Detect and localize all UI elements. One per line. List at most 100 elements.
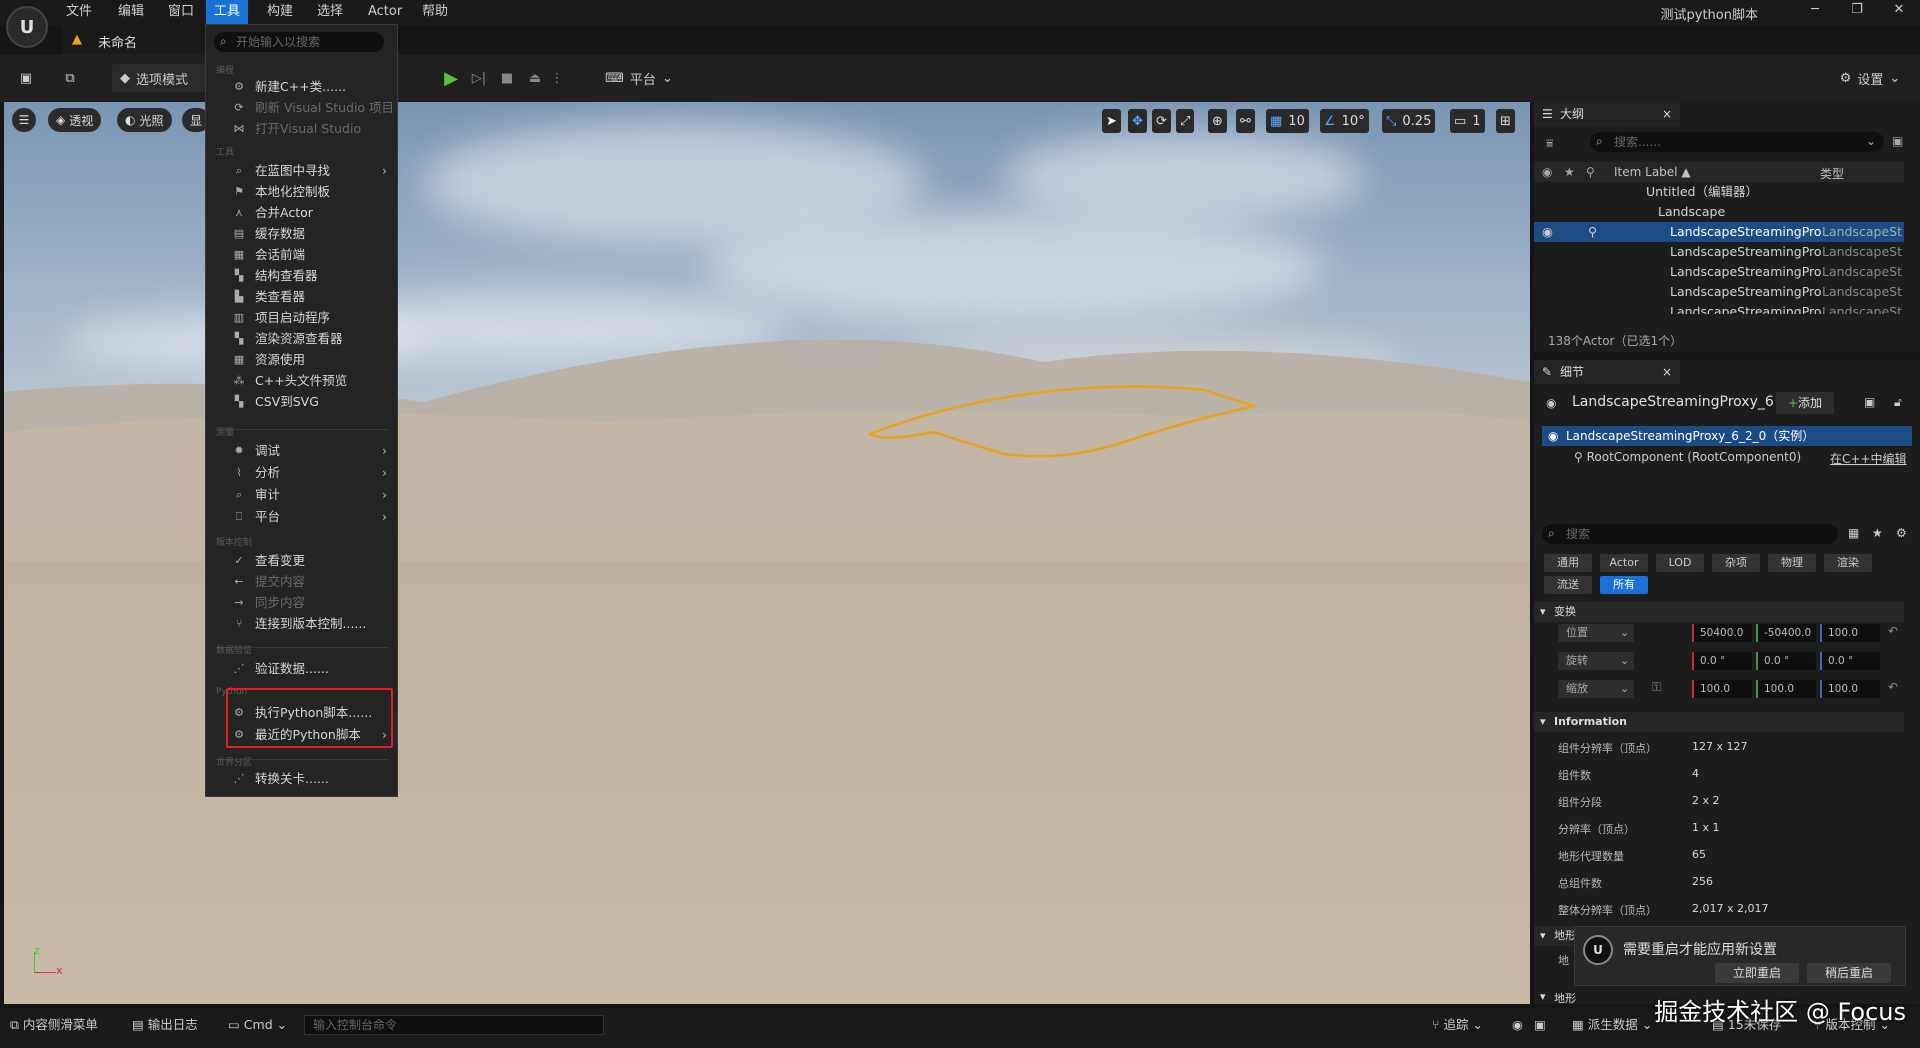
- select-tool-icon[interactable]: ➤: [1102, 109, 1121, 133]
- more-options-icon[interactable]: ⋮: [550, 64, 564, 92]
- unreal-logo[interactable]: U: [6, 6, 48, 48]
- scale-tool-icon[interactable]: ⤢: [1176, 109, 1195, 133]
- edit-in-cpp-link[interactable]: 在C++中编辑: [1830, 450, 1907, 467]
- root-component[interactable]: ⚲ RootComponent (RootComponent0): [1574, 450, 1801, 464]
- mode-selector[interactable]: ◆ 选项模式: [112, 64, 208, 92]
- menu-localization-dashboard[interactable]: ⚑ 本地化控制板: [206, 182, 397, 202]
- menu-tools[interactable]: 工具: [206, 0, 249, 24]
- console-input[interactable]: 输入控制台命令: [304, 1015, 604, 1035]
- filter-rendering[interactable]: 渲染: [1824, 554, 1872, 572]
- outliner-landscape[interactable]: Landscape: [1534, 202, 1904, 222]
- content-browser-icon[interactable]: ⧉: [56, 64, 84, 92]
- menu-cache-data[interactable]: ▤ 缓存数据: [206, 224, 397, 244]
- menu-search-input[interactable]: 开始输入以搜索: [214, 32, 384, 52]
- content-drawer-button[interactable]: ⧉ 内容侧滑菜单: [10, 1015, 98, 1035]
- surface-snap-icon[interactable]: ⚯: [1236, 109, 1255, 133]
- filter-physics[interactable]: 物理: [1768, 554, 1816, 572]
- trace-button[interactable]: ⑂ 追踪 ⌄: [1432, 1015, 1483, 1035]
- filter-icon[interactable]: ⩸: [1546, 136, 1553, 151]
- filter-misc[interactable]: 杂项: [1712, 554, 1760, 572]
- perspective-button[interactable]: ◈ 透视: [48, 108, 102, 132]
- menu-render-resource-viewer[interactable]: ▚ 渲染资源查看器: [206, 329, 397, 349]
- details-tab[interactable]: ✎ 细节 ×: [1534, 360, 1680, 384]
- menu-file[interactable]: 文件: [58, 0, 100, 24]
- outliner-root[interactable]: Untitled（编辑器）: [1534, 182, 1904, 202]
- close-icon[interactable]: ✕: [1884, 2, 1914, 22]
- reset-icon[interactable]: ↶: [1888, 680, 1898, 694]
- menu-session-frontend[interactable]: ▦ 会话前端: [206, 245, 397, 265]
- menu-select[interactable]: 选择: [309, 0, 351, 24]
- output-log-button[interactable]: ▤ 输出日志: [132, 1015, 198, 1035]
- menu-cpp-header-preview[interactable]: ⁂ C++头文件预览: [206, 371, 397, 391]
- information-section-header[interactable]: ▾ Information: [1534, 712, 1904, 732]
- restore-icon[interactable]: ❐: [1842, 2, 1872, 22]
- menu-build[interactable]: 构建: [259, 0, 301, 24]
- grid-snap-button[interactable]: ▦ 10: [1266, 109, 1309, 133]
- menu-class-viewer[interactable]: ▙ 类查看器: [206, 287, 397, 307]
- record-icon[interactable]: ◉: [1512, 1015, 1523, 1035]
- camera-speed-button[interactable]: ▭ 1: [1450, 109, 1485, 133]
- save-icon[interactable]: ▣: [12, 64, 40, 92]
- chevron-down-icon[interactable]: ⌄: [1866, 134, 1876, 148]
- scale-x[interactable]: 100.0: [1692, 680, 1752, 698]
- outliner-row[interactable]: ◉ ⚲ LandscapeStreamingPro LandscapeSt: [1534, 222, 1904, 242]
- menu-platform[interactable]: ⎕ 平台 ›: [206, 507, 397, 527]
- blueprint-icon[interactable]: ▣: [1864, 395, 1875, 409]
- location-z[interactable]: 100.0: [1820, 624, 1880, 642]
- lock-icon[interactable]: ⚿: [1652, 680, 1661, 695]
- location-dropdown[interactable]: 位置 ⌄: [1558, 624, 1634, 642]
- menu-connect-source-control[interactable]: ⑂ 连接到版本控制......: [206, 614, 397, 634]
- menu-profile[interactable]: ⌇ 分析 ›: [206, 463, 397, 483]
- eye-icon[interactable]: ◉: [1542, 222, 1553, 242]
- camera-icon[interactable]: ▣: [1534, 1015, 1546, 1035]
- restart-now-button[interactable]: 立即重启: [1715, 963, 1799, 983]
- menu-merge-actors[interactable]: ⋏ 合并Actor: [206, 203, 397, 223]
- location-y[interactable]: -50400.0: [1756, 624, 1816, 642]
- menu-view-changes[interactable]: ✓ 查看变更: [206, 551, 397, 571]
- settings-button[interactable]: ⚙ 设置 ⌄: [1832, 64, 1908, 92]
- menu-edit[interactable]: 编辑: [110, 0, 152, 24]
- scale-y[interactable]: 100.0: [1756, 680, 1816, 698]
- star-icon[interactable]: ★: [1872, 526, 1883, 540]
- location-x[interactable]: 50400.0: [1692, 624, 1752, 642]
- stop-icon[interactable]: ■: [494, 64, 520, 92]
- menu-find-in-blueprints[interactable]: ⌕ 在蓝图中寻找 ›: [206, 161, 397, 181]
- filter-actor[interactable]: Actor: [1600, 554, 1648, 572]
- cmd-selector[interactable]: ▭ Cmd ⌄: [228, 1015, 287, 1035]
- play-icon[interactable]: ▶: [438, 64, 464, 92]
- filter-streaming[interactable]: 流送: [1544, 576, 1592, 594]
- scale-z[interactable]: 100.0: [1820, 680, 1880, 698]
- menu-project-launcher[interactable]: ▥ 项目启动程序: [206, 308, 397, 328]
- rotation-x[interactable]: 0.0 °: [1692, 652, 1752, 670]
- menu-csv-to-svg[interactable]: ▚ CSV到SVG: [206, 392, 397, 412]
- col-type[interactable]: 类型: [1820, 165, 1844, 182]
- filter-all[interactable]: 所有: [1600, 576, 1648, 594]
- rotate-tool-icon[interactable]: ⟳: [1152, 109, 1171, 133]
- menu-asset-usage[interactable]: ▦ 资源使用: [206, 350, 397, 370]
- menu-new-cpp-class[interactable]: ⚙ 新建C++类......: [206, 77, 397, 97]
- rotation-dropdown[interactable]: 旋转 ⌄: [1558, 652, 1634, 670]
- scale-dropdown[interactable]: 缩放 ⌄: [1558, 680, 1634, 698]
- eject-icon[interactable]: ⏏: [522, 64, 548, 92]
- reset-icon[interactable]: ↶: [1888, 624, 1898, 638]
- lock-icon[interactable]: 🔓︎: [1894, 395, 1902, 410]
- lighting-button[interactable]: ◐ 光照: [117, 108, 172, 132]
- add-folder-icon[interactable]: ▣: [1892, 134, 1903, 148]
- world-space-icon[interactable]: ⊕: [1208, 109, 1227, 133]
- scale-snap-button[interactable]: ⤡ 0.25: [1382, 109, 1436, 133]
- add-component-button[interactable]: +添加: [1776, 392, 1834, 414]
- close-icon[interactable]: ×: [1662, 102, 1672, 126]
- rotation-snap-button[interactable]: ∠ 10°: [1320, 109, 1369, 133]
- viewport-menu-icon[interactable]: ☰: [12, 108, 36, 132]
- maximize-viewport-icon[interactable]: ⊞: [1496, 109, 1515, 133]
- close-icon[interactable]: ×: [1662, 360, 1672, 384]
- menu-struct-viewer[interactable]: ▚ 结构查看器: [206, 266, 397, 286]
- outliner-tab[interactable]: ☰ 大纲 ×: [1534, 102, 1680, 126]
- filter-general[interactable]: 通用: [1544, 554, 1592, 572]
- menu-audit[interactable]: ⌕ 审计 ›: [206, 485, 397, 505]
- menu-help[interactable]: 帮助: [414, 0, 456, 24]
- outliner-row[interactable]: LandscapeStreamingPro LandscapeSt: [1534, 242, 1904, 262]
- menu-debug[interactable]: ✹ 调试 ›: [206, 441, 397, 461]
- step-icon[interactable]: ▷|: [466, 64, 492, 92]
- outliner-row[interactable]: LandscapeStreamingPro LandscapeSt: [1534, 282, 1904, 302]
